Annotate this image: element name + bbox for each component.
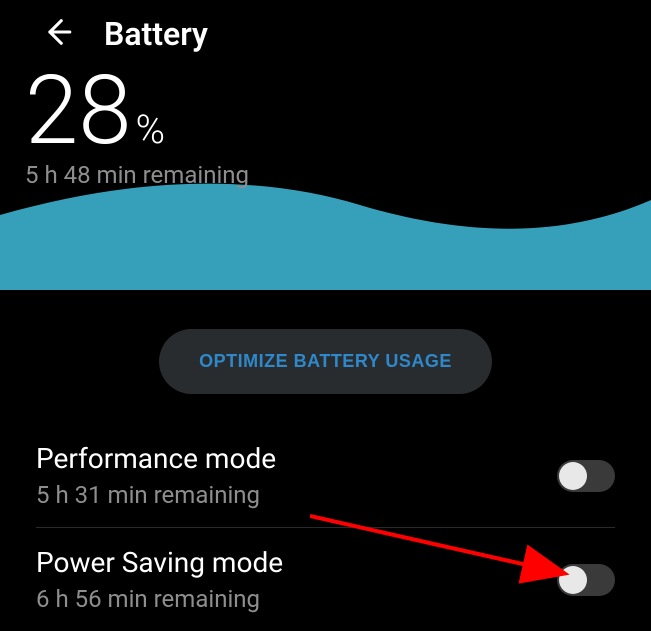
performance-mode-remaining: 5 h 31 min remaining <box>36 481 276 509</box>
toggle-knob <box>559 566 587 594</box>
battery-summary: 28 % 5 h 48 min remaining <box>0 63 651 189</box>
toggle-knob <box>559 462 587 490</box>
back-icon[interactable] <box>40 15 74 53</box>
performance-mode-toggle[interactable] <box>557 460 615 492</box>
battery-percent-value: 28 <box>25 63 132 159</box>
performance-mode-row[interactable]: Performance mode 5 h 31 min remaining <box>0 424 651 527</box>
battery-remaining: 5 h 48 min remaining <box>25 161 631 189</box>
power-saving-mode-row[interactable]: Power Saving mode 6 h 56 min remaining <box>0 528 651 631</box>
performance-mode-title: Performance mode <box>36 442 276 475</box>
header: Battery <box>0 0 651 63</box>
power-saving-mode-title: Power Saving mode <box>36 546 283 579</box>
optimize-battery-button[interactable]: OPTIMIZE BATTERY USAGE <box>159 329 492 394</box>
power-saving-mode-toggle[interactable] <box>557 564 615 596</box>
power-saving-mode-remaining: 6 h 56 min remaining <box>36 585 283 613</box>
page-title: Battery <box>104 15 208 53</box>
battery-percent-sign: % <box>136 106 166 153</box>
